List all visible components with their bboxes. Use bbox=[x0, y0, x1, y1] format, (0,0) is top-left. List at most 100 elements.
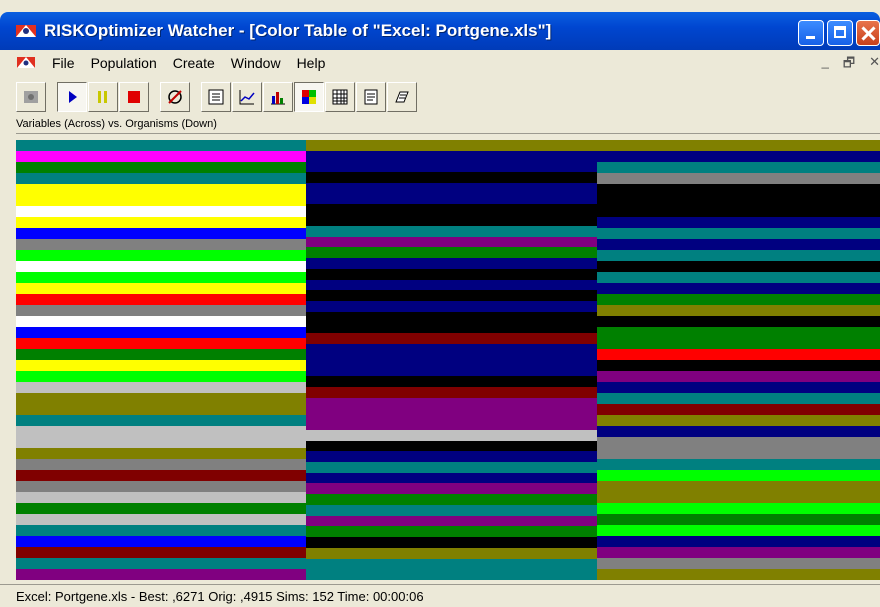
organism-cell bbox=[306, 440, 597, 452]
organism-cell bbox=[306, 258, 597, 269]
minimize-button[interactable] bbox=[798, 20, 824, 46]
organism-cell bbox=[306, 472, 597, 484]
organism-cell bbox=[597, 470, 880, 481]
organism-cell bbox=[597, 140, 880, 151]
organism-cell bbox=[16, 536, 306, 547]
organism-cell bbox=[597, 261, 880, 272]
organism-cell bbox=[597, 547, 880, 558]
organism-cell bbox=[597, 360, 880, 371]
organism-cell bbox=[16, 349, 306, 360]
play-button[interactable] bbox=[57, 82, 87, 112]
organism-cell bbox=[306, 333, 597, 344]
organism-cell bbox=[16, 250, 306, 261]
organism-cell bbox=[306, 140, 597, 151]
title-bar[interactable]: RISKOptimizer Watcher - [Color Table of … bbox=[0, 12, 880, 50]
options-icon bbox=[395, 91, 409, 103]
mdi-close-icon[interactable]: ✕ bbox=[869, 54, 880, 76]
organism-cell bbox=[306, 268, 597, 280]
organism-cell bbox=[597, 393, 880, 404]
organism-cell bbox=[306, 451, 597, 462]
organism-cell bbox=[16, 558, 306, 569]
organism-cell bbox=[597, 536, 880, 547]
organism-cell bbox=[306, 483, 597, 495]
menu-population[interactable]: Population bbox=[83, 55, 165, 71]
organism-cell bbox=[597, 349, 880, 360]
options-button[interactable] bbox=[387, 82, 417, 112]
organism-cell bbox=[16, 151, 306, 162]
line-graph-icon bbox=[239, 90, 255, 105]
maximize-button[interactable] bbox=[827, 20, 853, 46]
organism-cell bbox=[16, 426, 306, 448]
status-bar: Excel: Portgene.xls - Best: ,6271 Orig: … bbox=[0, 584, 880, 607]
mdi-minimize-icon[interactable]: _ bbox=[822, 54, 829, 76]
menu-help[interactable]: Help bbox=[289, 55, 334, 71]
organism-cell bbox=[16, 173, 306, 184]
line-graph-button[interactable] bbox=[232, 82, 262, 112]
color-table-grid[interactable] bbox=[16, 140, 880, 581]
grid-table-icon bbox=[332, 89, 348, 105]
color-table-button[interactable] bbox=[294, 82, 324, 112]
organism-cell bbox=[16, 140, 306, 151]
organism-cell bbox=[597, 162, 880, 173]
document-menu-icon[interactable] bbox=[16, 54, 36, 72]
view-caption: Variables (Across) vs. Organisms (Down) bbox=[16, 118, 217, 130]
organism-cell bbox=[597, 239, 880, 250]
organism-cell bbox=[16, 569, 306, 580]
menu-create[interactable]: Create bbox=[165, 55, 223, 71]
organism-cell bbox=[306, 343, 597, 377]
organism-cell bbox=[306, 429, 597, 441]
organism-cell bbox=[306, 311, 597, 334]
grid-table-button[interactable] bbox=[325, 82, 355, 112]
organism-cell bbox=[16, 338, 306, 349]
mdi-restore-icon[interactable]: 🗗 bbox=[843, 54, 855, 76]
menu-file[interactable]: File bbox=[44, 55, 83, 71]
organism-cell bbox=[16, 492, 306, 503]
organism-cell bbox=[597, 459, 880, 470]
organism-cell bbox=[306, 515, 597, 527]
organism-cell bbox=[16, 272, 306, 283]
summary-button[interactable] bbox=[356, 82, 386, 112]
organism-cell bbox=[16, 239, 306, 250]
organism-cell bbox=[597, 569, 880, 580]
organism-cell bbox=[306, 547, 597, 559]
settings-button[interactable] bbox=[16, 82, 46, 112]
organism-cell bbox=[597, 327, 880, 349]
organism-cell bbox=[306, 386, 597, 398]
variable-column-3 bbox=[597, 140, 880, 580]
organism-cell bbox=[597, 217, 880, 228]
organism-cell bbox=[597, 415, 880, 426]
organism-cell bbox=[597, 228, 880, 239]
close-button[interactable] bbox=[856, 20, 880, 46]
organism-cell bbox=[597, 525, 880, 536]
caption-divider bbox=[14, 133, 880, 134]
stop-button[interactable] bbox=[119, 82, 149, 112]
diagnostics-button[interactable] bbox=[160, 82, 190, 112]
organism-cell bbox=[597, 558, 880, 569]
organism-cell bbox=[597, 503, 880, 514]
menu-window[interactable]: Window bbox=[223, 55, 289, 71]
bar-graph-button[interactable] bbox=[263, 82, 293, 112]
organism-cell bbox=[306, 462, 597, 473]
organism-cell bbox=[306, 290, 597, 302]
organism-cell bbox=[306, 558, 597, 581]
organism-cell bbox=[16, 459, 306, 470]
organism-cell bbox=[306, 504, 597, 516]
organism-cell bbox=[16, 228, 306, 239]
organism-cell bbox=[16, 184, 306, 206]
pause-button[interactable] bbox=[88, 82, 118, 112]
organism-cell bbox=[597, 173, 880, 184]
menu-bar: File Population Create Window Help _ 🗗 ✕ bbox=[0, 50, 880, 76]
organism-cell bbox=[306, 537, 597, 548]
pause-icon bbox=[98, 91, 107, 103]
bar-graph-icon bbox=[271, 92, 285, 105]
settings-icon bbox=[24, 91, 38, 103]
log-button[interactable] bbox=[201, 82, 231, 112]
organism-cell bbox=[597, 294, 880, 305]
organism-cell bbox=[597, 514, 880, 525]
window-title: RISKOptimizer Watcher - [Color Table of … bbox=[44, 21, 552, 40]
organism-cell bbox=[16, 481, 306, 492]
riskoptimizer-logo-icon bbox=[14, 21, 38, 41]
stop-icon bbox=[128, 91, 140, 103]
organism-cell bbox=[597, 151, 880, 162]
organism-cell bbox=[597, 184, 880, 217]
